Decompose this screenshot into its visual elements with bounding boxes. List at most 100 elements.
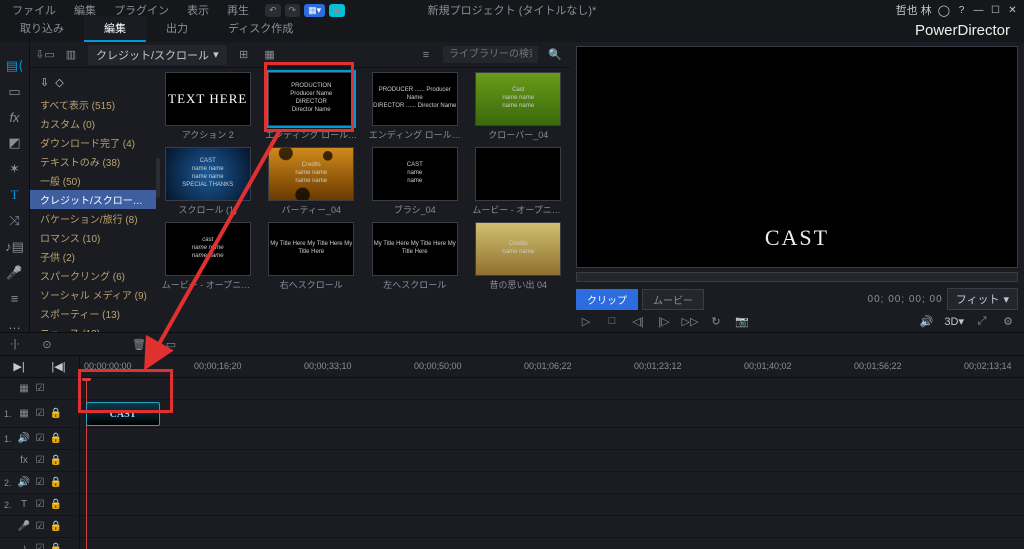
title-template-item[interactable]: My Title Here My Title Here My Title Her… — [262, 222, 362, 291]
timer-icon[interactable]: ⊙ — [38, 336, 56, 352]
category-item[interactable]: 一般 (50) — [30, 171, 156, 190]
track-header[interactable]: ♪ ☑ 🔒 — [0, 538, 80, 549]
preview-tab-clip[interactable]: クリップ — [576, 289, 638, 310]
category-item[interactable]: ソーシャル メディア (9) — [30, 285, 156, 304]
title-template-item[interactable]: Castname namename nameクローバー_04 — [469, 72, 569, 141]
minimize-icon[interactable]: — — [973, 5, 984, 16]
track-toggle-icon[interactable]: T — [18, 499, 30, 511]
search-icon[interactable]: 🔍 — [546, 47, 564, 63]
view-mode-icon[interactable]: ▦ — [261, 47, 279, 63]
track-header[interactable]: 1.🔊☑🔒 — [0, 428, 80, 449]
more-icon[interactable]: ▭ — [162, 336, 180, 352]
help-icon[interactable]: ? — [956, 5, 967, 16]
tab-edit[interactable]: 編集 — [84, 16, 146, 42]
track-lane[interactable] — [80, 378, 1024, 399]
tab-import[interactable]: 取り込み — [0, 16, 84, 42]
track-toggle-icon[interactable]: ▦ — [18, 383, 30, 395]
title-template-item[interactable]: CASTname namename nameSPECIAL THANKSスクロー… — [158, 147, 258, 216]
track-toggle-icon[interactable]: ▦ — [18, 408, 30, 420]
track-toggle-icon[interactable]: 🔒 — [50, 543, 62, 549]
category-dropdown[interactable]: クレジット/スクロール▾ — [88, 45, 227, 65]
track-lane[interactable] — [80, 428, 1024, 449]
3d-dropdown[interactable]: 3D▾ — [944, 315, 964, 328]
track-toggle-icon[interactable]: ☑ — [34, 408, 46, 420]
track-header[interactable]: ▦☑ — [0, 378, 80, 399]
track-toggle-icon[interactable]: 🎤 — [18, 521, 30, 533]
title-template-item[interactable]: PRODUCTIONProducer NameDIRECTORDirector … — [262, 72, 362, 141]
track-lane[interactable]: CAST — [80, 400, 1024, 427]
user-name[interactable]: 哲也 林 — [896, 2, 932, 18]
collapse-handle-icon[interactable]: ‹ — [156, 158, 160, 198]
track-toggle-icon[interactable]: 🔒 — [50, 433, 62, 445]
title-template-item[interactable]: ムービー - オープニング... — [469, 147, 569, 216]
track-toggle-icon[interactable]: ☑ — [34, 477, 46, 489]
category-item[interactable]: すべて表示 (515) — [30, 95, 156, 114]
preview-scrubber[interactable] — [576, 272, 1018, 282]
track-toggle-icon[interactable]: 🔒 — [50, 477, 62, 489]
category-item[interactable]: ロマンス (10) — [30, 228, 156, 247]
fast-forward-icon[interactable]: ▷▷ — [682, 314, 698, 328]
track-toggle-icon[interactable]: ☑ — [34, 521, 46, 533]
track-toggle-icon[interactable]: 🔒 — [50, 521, 62, 533]
category-item[interactable]: ダウンロード完了 (4) — [30, 133, 156, 152]
track-lane[interactable] — [80, 538, 1024, 549]
category-item[interactable]: テキストのみ (38) — [30, 152, 156, 171]
redo-icon[interactable]: ↷ — [285, 4, 301, 17]
sort-icon[interactable]: ≡ — [417, 47, 435, 63]
track-header[interactable]: 1.▦☑🔒 — [0, 400, 80, 427]
title-template-item[interactable]: castname namename nameムービー - オープニング... — [158, 222, 258, 291]
ruler-snap-icon[interactable]: |◀| — [51, 360, 65, 373]
category-item[interactable]: 子供 (2) — [30, 247, 156, 266]
timeline-ruler[interactable]: ▶| |◀| 00;00;00;0000;00;16;2000;00;33;10… — [0, 356, 1024, 378]
category-item[interactable]: カスタム (0) — [30, 114, 156, 133]
tab-output[interactable]: 出力 — [146, 16, 208, 42]
track-header[interactable]: fx☑🔒 — [0, 450, 80, 471]
preview-tab-movie[interactable]: ムービー — [642, 289, 704, 310]
track-toggle-icon[interactable]: ☑ — [34, 455, 46, 467]
title-template-item[interactable]: PRODUCER ...... Producer NameDIRECTOR ..… — [365, 72, 465, 141]
folder-icon[interactable]: ▥ — [62, 47, 80, 63]
particle-room-icon[interactable]: ✶ — [6, 161, 24, 177]
track-toggle-icon[interactable]: fx — [18, 455, 30, 467]
category-item[interactable]: スパークリング (6) — [30, 266, 156, 285]
title-template-item[interactable]: Creditsname namename nameパーティー_04 — [262, 147, 362, 216]
track-toggle-icon[interactable]: 🔊 — [18, 433, 30, 445]
trash-icon[interactable]: 🗑 — [130, 336, 148, 352]
settings-icon[interactable]: ⚙ — [1000, 314, 1016, 328]
category-item[interactable]: バケーション/旅行 (8) — [30, 209, 156, 228]
play-icon[interactable]: ▷ — [578, 314, 594, 328]
new-title-icon[interactable]: ⊞ — [235, 47, 253, 63]
track-toggle-icon[interactable]: ☑ — [34, 433, 46, 445]
track-header[interactable]: 2.🔊☑🔒 — [0, 472, 80, 493]
loop-icon[interactable]: ↻ — [708, 314, 724, 328]
title-room-icon[interactable]: T — [6, 187, 24, 203]
track-toggle-icon[interactable]: ♪ — [18, 543, 30, 549]
category-item[interactable]: スポーティー (13) — [30, 304, 156, 323]
category-item[interactable]: クレジット/スクロール (15) — [30, 190, 156, 209]
voiceover-room-icon[interactable]: 🎤 — [6, 265, 24, 281]
download-icon[interactable]: ⇩ — [40, 76, 49, 89]
fx-room-icon[interactable]: fx — [6, 110, 24, 125]
undock-icon[interactable]: ⤢ — [974, 314, 990, 328]
audio-room-icon[interactable]: ♪▤ — [6, 239, 24, 255]
track-lane[interactable] — [80, 472, 1024, 493]
track-toggle-icon[interactable]: ☑ — [34, 543, 46, 549]
preview-zoom-dropdown[interactable]: フィット▾ — [947, 288, 1018, 310]
chapter-room-icon[interactable]: ≡ — [6, 291, 24, 306]
title-template-item[interactable]: My Title Here My Title Here My Title Her… — [365, 222, 465, 291]
pip-room-icon[interactable]: ◩ — [6, 135, 24, 151]
subtitle-room-icon[interactable]: … — [6, 317, 24, 332]
track-lane[interactable] — [80, 494, 1024, 515]
title-template-item[interactable]: Creditsname name昔の思い出 04 — [469, 222, 569, 291]
accel-a-icon[interactable]: ▦▾ — [304, 4, 325, 17]
user-avatar-icon[interactable]: ◯ — [938, 4, 950, 17]
import-icon[interactable]: ⇩▭ — [36, 47, 54, 63]
track-toggle-icon[interactable]: 🔒 — [50, 499, 62, 511]
undo-icon[interactable]: ↶ — [265, 4, 281, 17]
title-template-item[interactable]: TEXT HEREアクション 2 — [158, 72, 258, 141]
track-lane[interactable] — [80, 516, 1024, 537]
transition-room-icon[interactable]: ⤨ — [6, 213, 24, 229]
tab-disc[interactable]: ディスク作成 — [208, 16, 313, 42]
free-icon[interactable]: ◇ — [55, 76, 63, 89]
timeline-clip[interactable]: CAST — [86, 402, 160, 426]
